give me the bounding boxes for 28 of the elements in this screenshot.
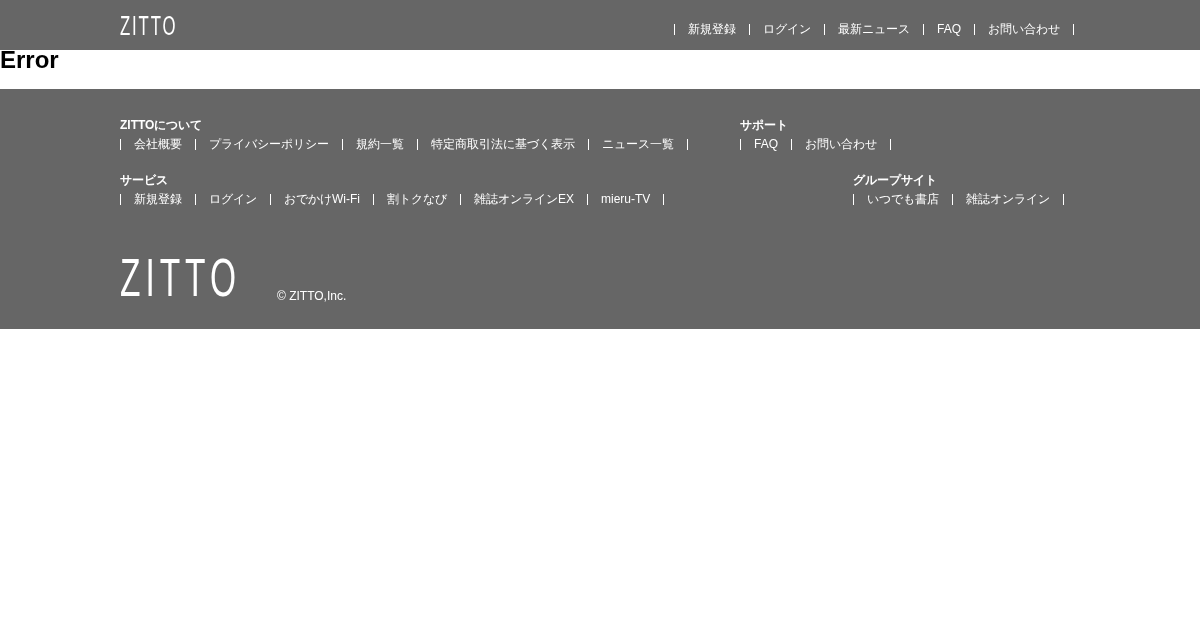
footer-heading: グループサイト	[853, 173, 938, 187]
footer-link[interactable]: mieru-TV	[588, 192, 664, 206]
nav-link[interactable]: 新規登録	[675, 22, 749, 36]
footer-link[interactable]: 特定商取引法に基づく表示	[418, 137, 588, 151]
copyright-text: © ZITTO,Inc.	[277, 289, 347, 303]
nav-link[interactable]: ログイン	[750, 22, 824, 36]
footer-link[interactable]: おでかけWi-Fi	[271, 192, 373, 206]
footer-heading: ZITTOについて	[120, 118, 204, 132]
footer-link[interactable]: 雑誌オンライン	[953, 192, 1063, 206]
nav-link[interactable]: 最新ニュース	[825, 22, 923, 36]
footer-link[interactable]: ログイン	[196, 192, 270, 206]
footer-heading: サポート	[740, 118, 789, 132]
footer-link[interactable]: ニュース一覧	[589, 137, 687, 151]
page-heading: Error	[0, 50, 60, 75]
footer-link[interactable]: 割トクなび	[374, 192, 460, 206]
footer-link[interactable]: 規約一覧	[343, 137, 417, 151]
footer-link[interactable]: プライバシーポリシー	[196, 137, 342, 151]
footer-link[interactable]: 新規登録	[121, 192, 195, 206]
nav-link[interactable]: お問い合わせ	[975, 22, 1073, 36]
footer-logo: ZITTO	[120, 250, 241, 304]
nav-link[interactable]: FAQ	[924, 22, 974, 36]
footer-heading: サービス	[120, 173, 169, 187]
footer-link[interactable]: 雑誌オンラインEX	[461, 192, 587, 206]
footer-link[interactable]: FAQ	[741, 137, 791, 151]
footer-link[interactable]: 会社概要	[121, 137, 195, 151]
site-logo[interactable]: ZITTO	[120, 13, 178, 40]
footer-link[interactable]: いつでも書店	[854, 192, 952, 206]
footer-link[interactable]: お問い合わせ	[792, 137, 890, 151]
